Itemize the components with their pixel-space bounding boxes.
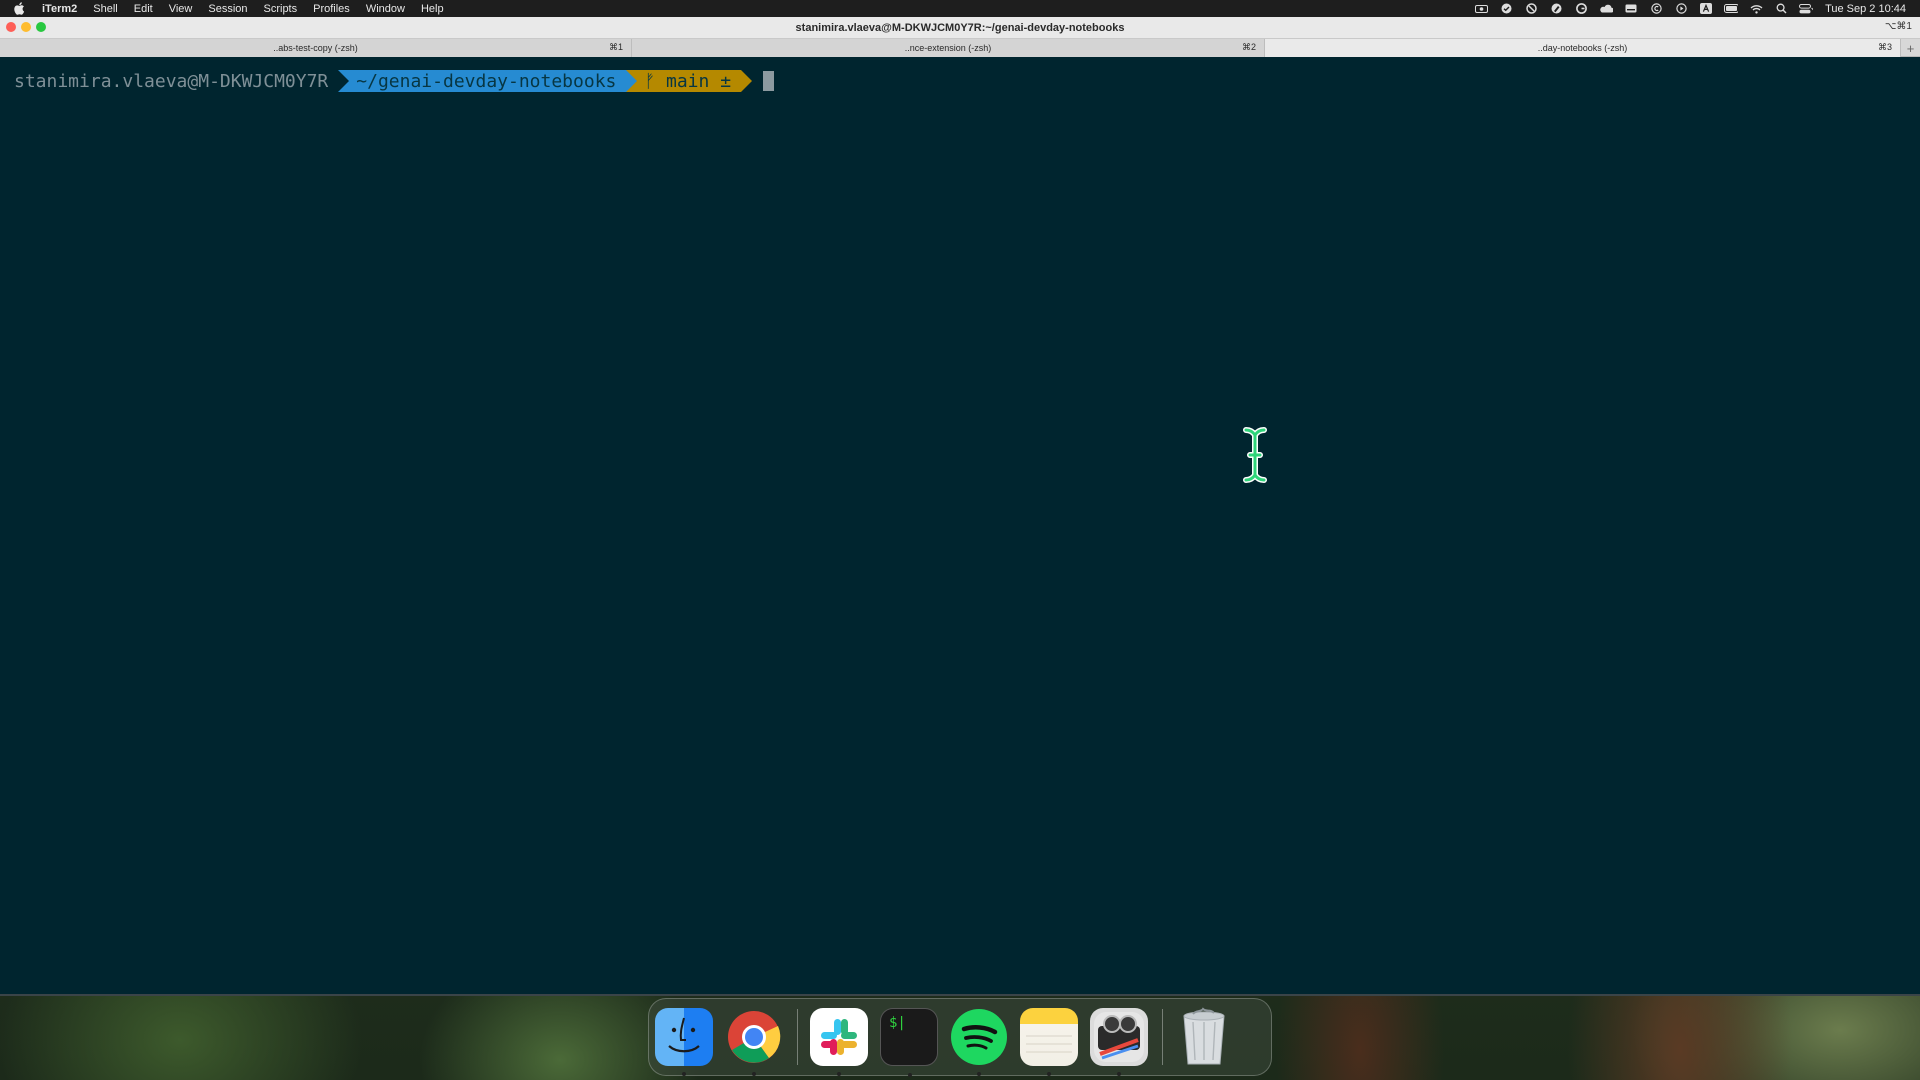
photo-booth-icon[interactable] [1090, 1008, 1148, 1076]
iterm-window: stanimira.vlaeva@M-DKWJCM0Y7R:~/genai-de… [0, 17, 1920, 996]
dock-separator [1162, 1009, 1163, 1065]
grammarly-icon[interactable] [1574, 3, 1588, 14]
tab-1[interactable]: ..abs-test-copy (-zsh) ⌘1 [0, 39, 632, 57]
tab-bar: ..abs-test-copy (-zsh) ⌘1 ..nce-extensio… [0, 39, 1920, 57]
segment-arrow-icon [338, 70, 350, 92]
running-indicator [1047, 1072, 1051, 1076]
segment-arrow-icon [741, 70, 753, 92]
running-indicator [682, 1072, 686, 1076]
segment-arrow-icon [626, 70, 638, 92]
finder-icon[interactable] [655, 1008, 713, 1076]
menu-app-name[interactable]: iTerm2 [42, 3, 77, 15]
status-area: Tue Sep 2 10:44 [1463, 0, 1906, 17]
window-titlebar[interactable]: stanimira.vlaeva@M-DKWJCM0Y7R:~/genai-de… [0, 17, 1920, 39]
cloud-icon[interactable] [1599, 3, 1614, 14]
close-button[interactable] [6, 22, 16, 32]
tab-title: ..nce-extension (-zsh) [904, 43, 992, 53]
prompt-dir-segment: ~/genai-devday-notebooks [338, 70, 638, 92]
maximize-button[interactable] [36, 22, 46, 32]
tab-shortcut: ⌘3 [1877, 42, 1892, 52]
menu-clock[interactable]: Tue Sep 2 10:44 [1825, 3, 1906, 15]
search-icon[interactable] [1774, 3, 1788, 14]
menu-bar: iTerm2 Shell Edit View Session Scripts P… [0, 0, 1920, 17]
slack-icon[interactable] [810, 1008, 868, 1076]
menu-session[interactable]: Session [208, 3, 247, 15]
pen-icon[interactable] [1549, 3, 1563, 14]
prompt-user-host: stanimira.vlaeva@M-DKWJCM0Y7R [14, 70, 329, 92]
chrome-icon[interactable] [725, 1008, 783, 1076]
running-indicator [908, 1073, 912, 1077]
tab-title: ..day-notebooks (-zsh) [1537, 43, 1628, 53]
new-tab-button[interactable]: + [1901, 39, 1920, 57]
menu-help[interactable]: Help [421, 3, 444, 15]
running-indicator [977, 1072, 981, 1076]
running-indicator [752, 1072, 756, 1076]
tab-shortcut: ⌘2 [1241, 42, 1256, 52]
shell-prompt: › stanimira.vlaeva@M-DKWJCM0Y7R ~/genai-… [0, 70, 775, 92]
extension-icon[interactable] [1524, 3, 1538, 14]
check-circle-icon[interactable] [1499, 3, 1513, 14]
ibeam-cursor-icon [1243, 427, 1267, 483]
terminal-icon[interactable]: $| [880, 1008, 938, 1077]
menu-edit[interactable]: Edit [134, 3, 153, 15]
text-cursor [763, 71, 775, 91]
trash-icon[interactable] [1175, 1007, 1233, 1066]
terminal-area[interactable]: › stanimira.vlaeva@M-DKWJCM0Y7R ~/genai-… [0, 57, 1920, 994]
copyright-icon[interactable] [1649, 3, 1663, 14]
screen-record-icon[interactable] [1474, 3, 1488, 14]
running-indicator [1117, 1072, 1121, 1076]
window-title: stanimira.vlaeva@M-DKWJCM0Y7R:~/genai-de… [795, 21, 1125, 34]
tab-shortcut: ⌘1 [608, 42, 623, 52]
apple-menu-icon[interactable] [14, 2, 28, 16]
input-source-icon[interactable] [1699, 3, 1713, 14]
tab-3[interactable]: ..day-notebooks (-zsh) ⌘3 [1265, 39, 1901, 57]
window-shortcut: ⌥⌘1 [1884, 21, 1912, 32]
minimize-button[interactable] [21, 22, 31, 32]
running-indicator [837, 1072, 841, 1076]
menu-profiles[interactable]: Profiles [313, 3, 350, 15]
prompt-git-branch: ᚠ main ± [644, 70, 732, 92]
traffic-lights [6, 22, 51, 32]
menu-shell[interactable]: Shell [93, 3, 117, 15]
terminal-glyph: $| [889, 1015, 906, 1031]
prompt-git-segment: ᚠ main ± [626, 70, 753, 92]
prompt-directory: ~/genai-devday-notebooks [356, 70, 617, 92]
dock-separator [797, 1009, 798, 1065]
wifi-icon[interactable] [1749, 3, 1763, 14]
battery-icon[interactable] [1724, 3, 1739, 14]
control-center-icon[interactable] [1799, 3, 1814, 14]
menu-scripts[interactable]: Scripts [264, 3, 298, 15]
menu-window[interactable]: Window [366, 3, 405, 15]
tab-title: ..abs-test-copy (-zsh) [273, 43, 358, 53]
notes-icon[interactable] [1020, 1008, 1078, 1076]
menu-view[interactable]: View [169, 3, 193, 15]
tab-2[interactable]: ..nce-extension (-zsh) ⌘2 [632, 39, 1265, 57]
play-circle-icon[interactable] [1674, 3, 1688, 14]
keyboard-icon[interactable] [1624, 3, 1638, 14]
prompt-user-segment: stanimira.vlaeva@M-DKWJCM0Y7R [0, 70, 350, 92]
spotify-icon[interactable] [950, 1008, 1008, 1076]
dock: $| [648, 998, 1272, 1077]
